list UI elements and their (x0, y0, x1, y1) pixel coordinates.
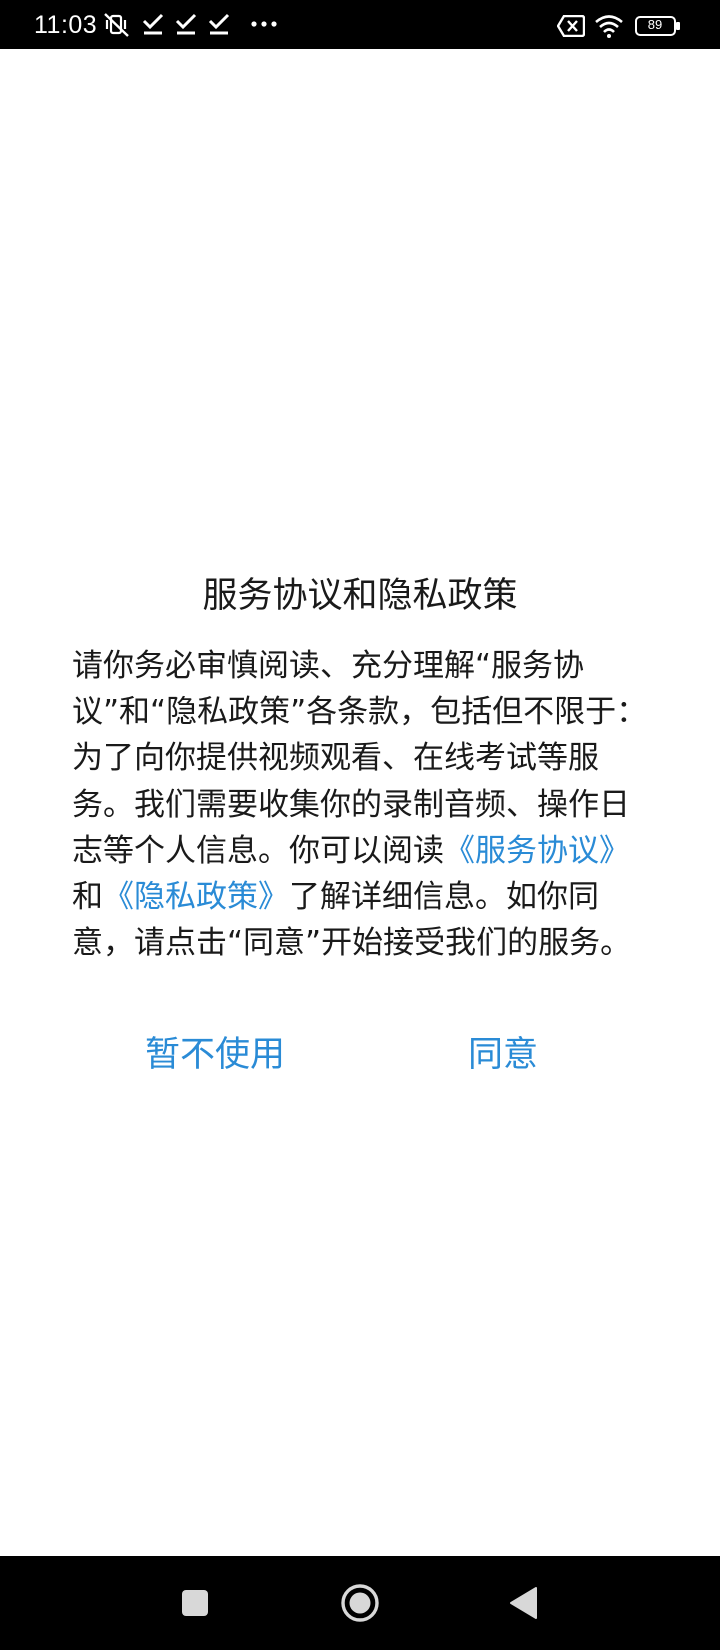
recents-square-icon[interactable] (175, 1583, 215, 1623)
status-time: 11:03 (34, 11, 98, 39)
check-icon (142, 13, 164, 35)
vibrate-off-icon (104, 13, 129, 37)
sim-x-icon (557, 15, 585, 37)
battery-icon: 89 (635, 16, 681, 36)
dialog-body: 请你务必审慎阅读、充分理解“服务协议”和“隐私政策”各条款，包括但不限于：为了向… (72, 643, 652, 966)
service-agreement-link[interactable]: 《服务协议》 (444, 833, 630, 869)
navigation-bar (0, 1556, 720, 1650)
status-bar: 11:03 89 (0, 0, 720, 49)
dialog-body-and: 和 (72, 879, 103, 916)
home-circle-icon[interactable] (340, 1583, 380, 1623)
more-dots-icon (251, 21, 277, 27)
privacy-policy-link[interactable]: 《隐私政策》 (103, 879, 289, 915)
battery-level: 89 (647, 17, 663, 32)
back-triangle-icon[interactable] (505, 1583, 545, 1623)
dialog-title: 服务协议和隐私政策 (202, 576, 518, 616)
agree-button[interactable]: 同意 (468, 1030, 538, 1080)
check-icon (208, 13, 230, 35)
decline-button[interactable]: 暂不使用 (145, 1030, 285, 1080)
check-icon (175, 13, 197, 35)
wifi-icon (595, 15, 623, 38)
